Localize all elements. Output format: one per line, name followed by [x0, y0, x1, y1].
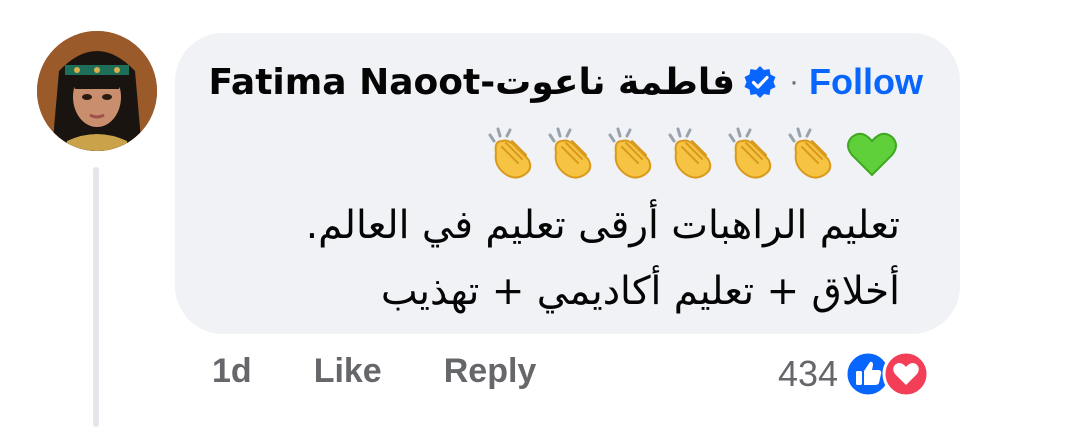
verified-badge-icon [744, 66, 776, 98]
follow-button[interactable]: Follow [809, 61, 923, 103]
clapping-hands-icon [488, 127, 532, 179]
clapping-hands-icon [788, 127, 832, 179]
clapping-hands-icon [728, 127, 772, 179]
clapping-hands-icon [668, 127, 712, 179]
comment-header: Fatima Naoot-فاطمة ناعوت · Follow [208, 61, 923, 103]
love-icon [882, 350, 930, 398]
comment-line-2: أخلاق + تعليم أكاديمي + تهذيب [380, 269, 900, 314]
separator-dot: · [789, 65, 800, 98]
avatar-image [37, 31, 157, 151]
author-name[interactable]: Fatima Naoot-فاطمة ناعوت [208, 62, 735, 103]
clapping-hands-icon [548, 127, 592, 179]
comment-actions: 1d Like Reply [212, 352, 598, 391]
comment-line-1: تعليم الراهبات أرقى تعليم في العالم. [305, 203, 900, 248]
green-heart-icon [847, 132, 897, 177]
clapping-hands-icon [608, 127, 652, 179]
timestamp[interactable]: 1d [212, 352, 252, 391]
reaction-count: 434 [778, 353, 839, 394]
comment-bubble: Fatima Naoot-فاطمة ناعوت · Follow تعليم … [175, 33, 960, 334]
thread-line [93, 167, 99, 427]
avatar[interactable] [37, 31, 157, 151]
like-button[interactable]: Like [314, 352, 382, 391]
reply-button[interactable]: Reply [444, 352, 537, 391]
reactions-summary[interactable]: 434 [778, 350, 930, 398]
comment-text: تعليم الراهبات أرقى تعليم في العالم. أخل… [250, 193, 900, 325]
emoji-row [484, 125, 900, 181]
